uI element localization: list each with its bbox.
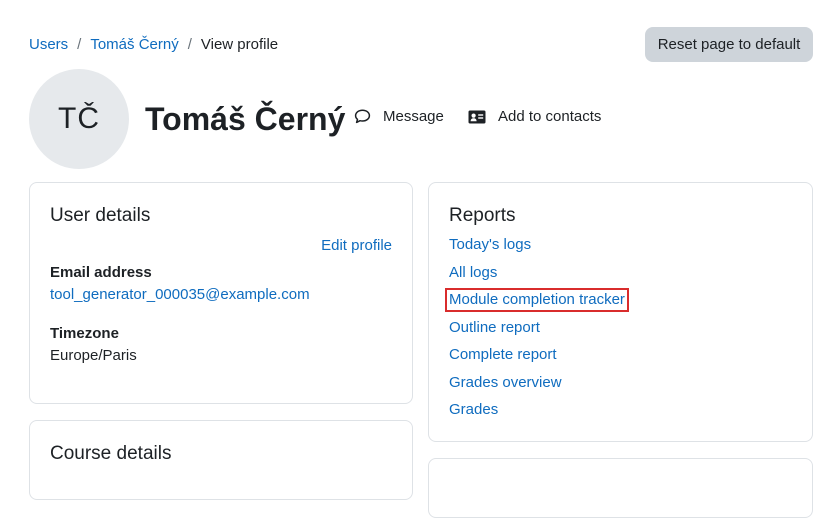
email-link[interactable]: tool_generator_000035@example.com [50,286,310,303]
breadcrumb-separator: / [187,36,192,53]
address-card-icon [468,109,486,125]
course-details-title: Course details [50,443,172,464]
reports-card: Reports Today's logs All logs Module com… [428,182,813,442]
reports-title: Reports [449,205,516,226]
breadcrumb-users[interactable]: Users [29,36,68,53]
reset-page-button[interactable]: Reset page to default [645,27,813,62]
report-link-all-logs[interactable]: All logs [449,263,497,283]
add-to-contacts-label: Add to contacts [498,108,602,125]
message-button[interactable]: Message [354,108,444,125]
report-link-todays-logs[interactable]: Today's logs [449,235,531,255]
page-title: Tomáš Černý [145,101,346,137]
breadcrumb-user[interactable]: Tomáš Černý [90,36,178,53]
avatar-initials: TČ [58,102,100,135]
user-details-title: User details [50,205,151,226]
user-details-card: User details Edit profile Email address … [29,182,413,404]
secondary-card [428,458,813,518]
report-link-complete-report[interactable]: Complete report [449,345,557,365]
avatar: TČ [29,69,129,169]
breadcrumb-separator: / [77,36,82,53]
timezone-value: Europe/Paris [50,347,137,364]
report-link-module-completion-tracker[interactable]: Module completion tracker [445,288,629,312]
email-label: Email address [50,264,152,281]
course-details-card: Course details [29,420,413,500]
edit-profile-link[interactable]: Edit profile [321,237,392,254]
add-to-contacts-button[interactable]: Add to contacts [468,108,601,125]
message-label: Message [383,108,444,125]
report-link-grades[interactable]: Grades [449,400,498,420]
breadcrumb-current: View profile [200,36,279,53]
report-link-grades-overview[interactable]: Grades overview [449,373,562,393]
timezone-label: Timezone [50,325,119,342]
report-link-outline-report[interactable]: Outline report [449,318,540,338]
speech-bubble-icon [354,108,371,125]
breadcrumb: Users / Tomáš Černý / View profile [29,36,278,53]
